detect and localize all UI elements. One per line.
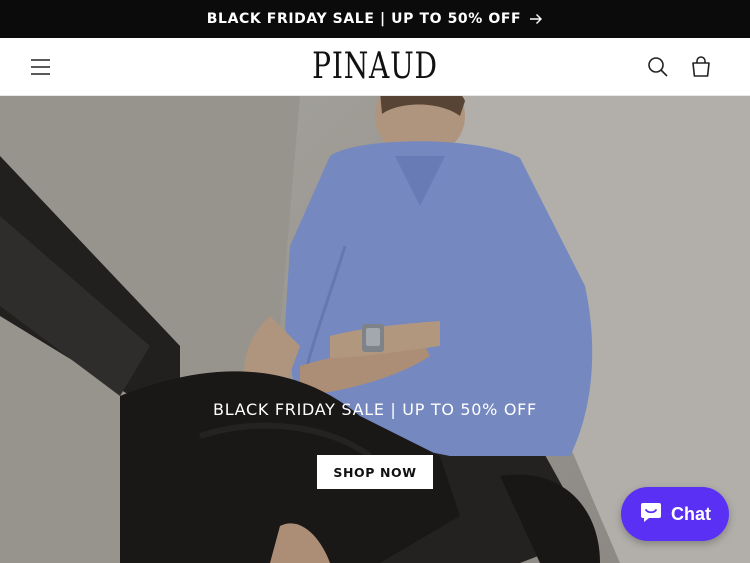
chat-label: Chat [671, 503, 711, 524]
announcement-text[interactable]: BLACK FRIDAY SALE | UP TO 50% OFF [207, 11, 521, 27]
hamburger-icon[interactable] [29, 56, 53, 78]
site-header: PINAUD [0, 38, 750, 96]
brand-logo[interactable]: PINAUD [83, 46, 668, 87]
cart-icon[interactable] [688, 54, 714, 80]
announcement-bar[interactable]: BLACK FRIDAY SALE | UP TO 50% OFF [0, 0, 750, 38]
hero-title: BLACK FRIDAY SALE | UP TO 50% OFF [213, 400, 537, 419]
arrow-right-icon [529, 13, 543, 25]
shop-now-button[interactable]: SHOP NOW [317, 455, 433, 489]
chat-button[interactable]: Chat [621, 487, 729, 541]
chat-bubble-icon [639, 501, 663, 528]
search-icon[interactable] [645, 54, 671, 80]
